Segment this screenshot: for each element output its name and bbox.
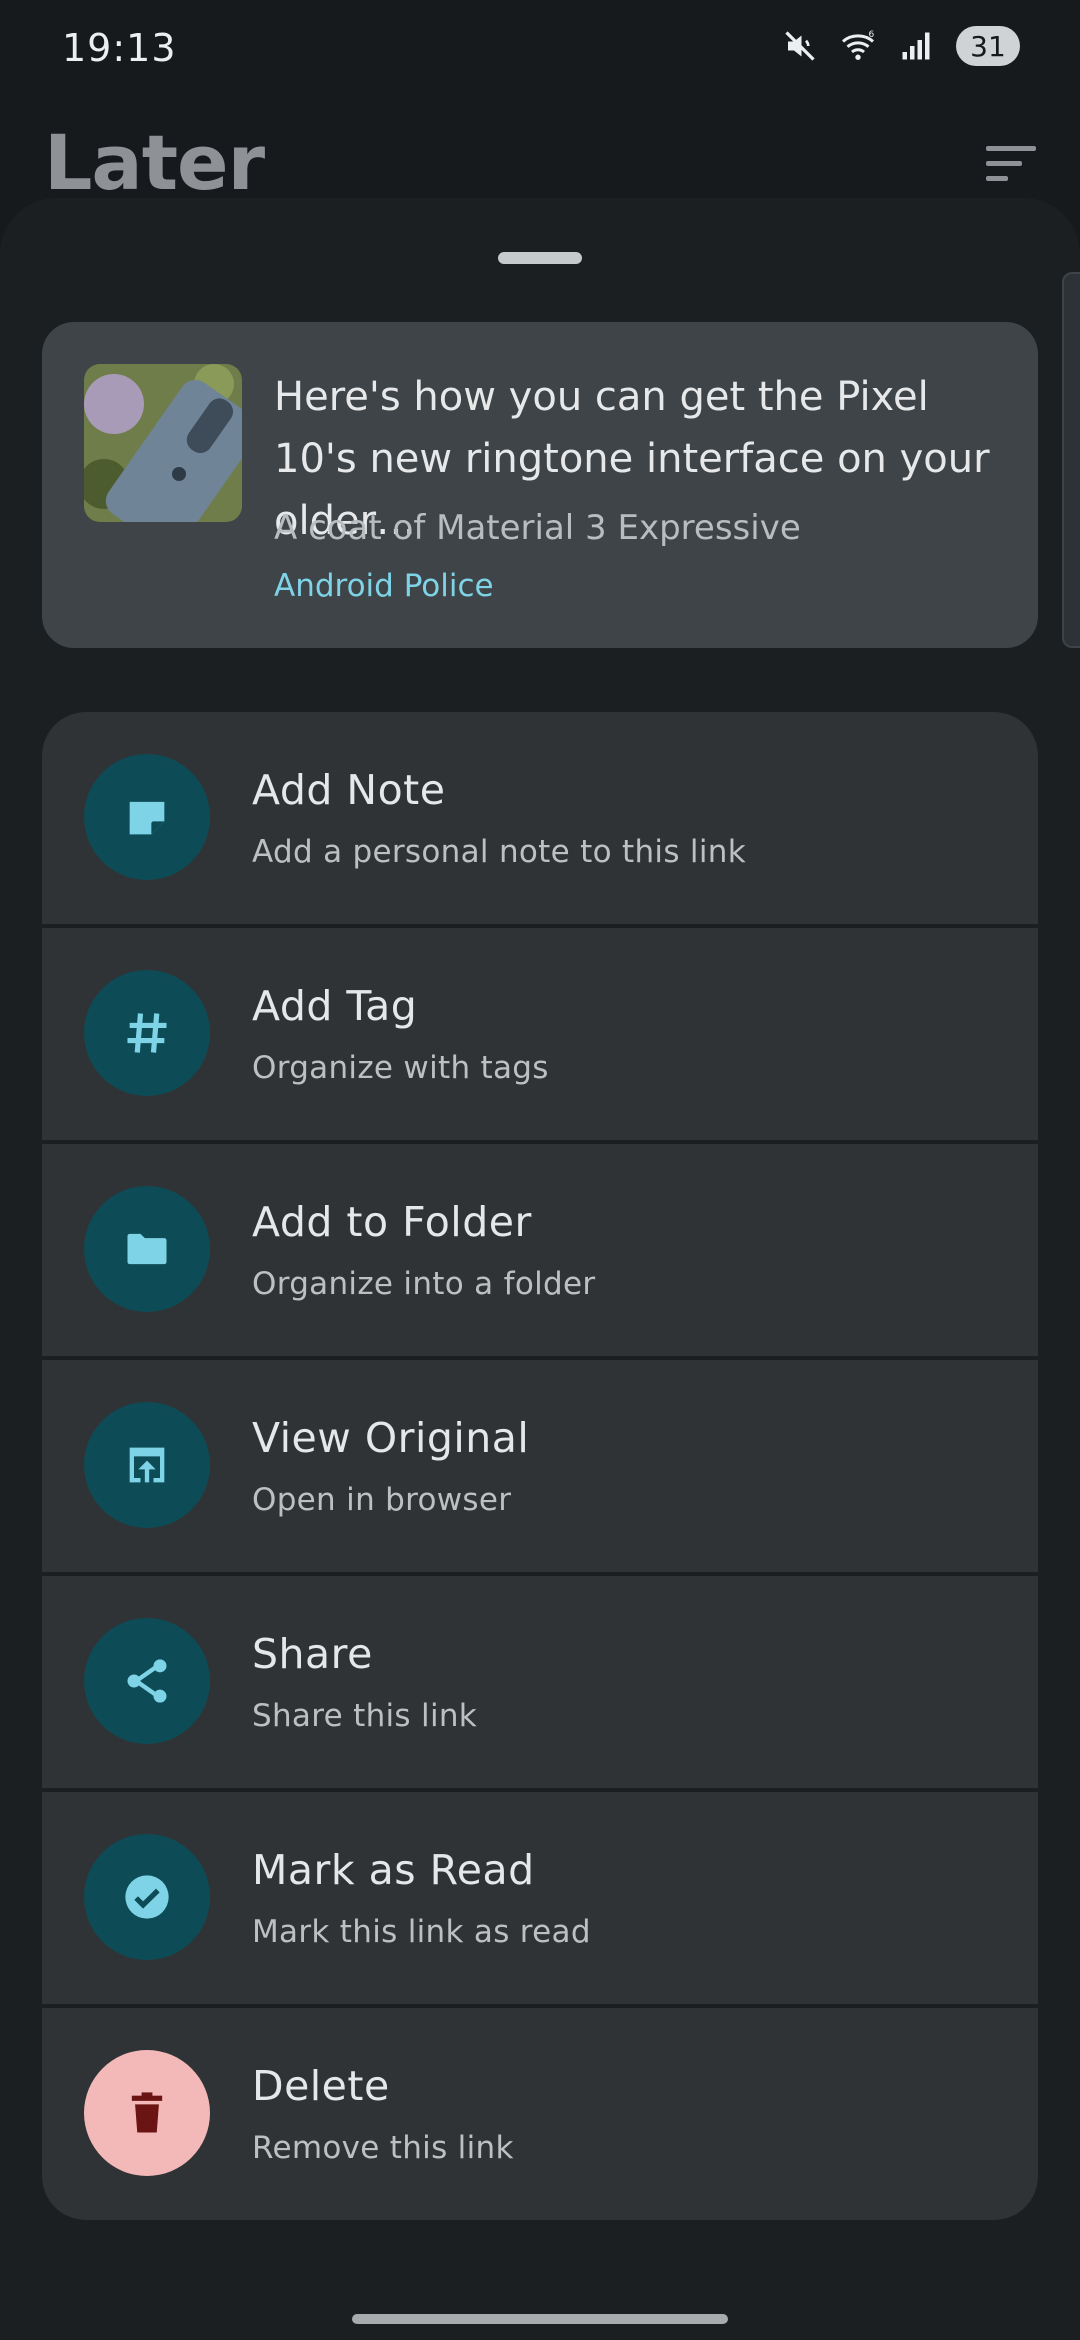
action-description: Share this link xyxy=(252,1698,478,1734)
action-title: Delete xyxy=(252,2062,390,2110)
mark-as-read-action[interactable]: Mark as Read Mark this link as read xyxy=(42,1792,1038,2004)
note-icon xyxy=(129,801,165,835)
link-thumbnail xyxy=(84,364,242,522)
action-title: Share xyxy=(252,1630,373,1678)
signal-icon xyxy=(902,32,930,60)
action-title: Add to Folder xyxy=(252,1198,532,1246)
sort-icon[interactable] xyxy=(984,140,1040,188)
action-title: View Original xyxy=(252,1414,530,1462)
link-preview-card: Here's how you can get the Pixel 10's ne… xyxy=(42,322,1038,648)
status-bar: 19:13 6 31 xyxy=(0,0,1080,100)
add-note-action[interactable]: Add Note Add a personal note to this lin… xyxy=(42,712,1038,924)
link-subtitle: A coat of Material 3 Expressive xyxy=(274,508,801,548)
action-title: Add Tag xyxy=(252,982,418,1030)
scrollbar-edge[interactable] xyxy=(1062,272,1080,648)
status-time: 19:13 xyxy=(62,26,177,70)
page-title: Later xyxy=(44,118,265,207)
share-icon xyxy=(127,1659,167,1703)
trash-icon xyxy=(131,2092,163,2133)
action-icon-circle xyxy=(84,754,210,880)
link-source: Android Police xyxy=(274,568,494,604)
action-title: Mark as Read xyxy=(252,1846,535,1894)
app-bar: Later xyxy=(0,100,1080,210)
share-action[interactable]: Share Share this link xyxy=(42,1576,1038,1788)
view-original-action[interactable]: View Original Open in browser xyxy=(42,1360,1038,1572)
action-icon-circle xyxy=(84,1186,210,1312)
action-description: Mark this link as read xyxy=(252,1914,591,1950)
action-icon-circle xyxy=(84,1618,210,1744)
action-list: Add Note Add a personal note to this lin… xyxy=(42,712,1038,2220)
sheet-drag-handle[interactable] xyxy=(498,252,582,264)
link-options-sheet: Here's how you can get the Pixel 10's ne… xyxy=(0,198,1080,2340)
status-icons: 6 31 xyxy=(782,26,1020,66)
delete-action[interactable]: Delete Remove this link xyxy=(42,2008,1038,2220)
action-description: Organize into a folder xyxy=(252,1266,596,1302)
check-circle-icon xyxy=(125,1875,169,1919)
action-icon-circle xyxy=(84,970,210,1096)
battery-indicator: 31 xyxy=(956,26,1020,66)
action-icon-circle xyxy=(84,2050,210,2176)
hashtag-icon xyxy=(127,1013,167,1053)
open-in-browser-icon xyxy=(129,1447,165,1483)
action-title: Add Note xyxy=(252,766,446,814)
action-description: Remove this link xyxy=(252,2130,514,2166)
mute-icon xyxy=(785,31,815,61)
add-to-folder-action[interactable]: Add to Folder Organize into a folder xyxy=(42,1144,1038,1356)
action-icon-circle xyxy=(84,1402,210,1528)
folder-icon xyxy=(127,1233,167,1265)
action-description: Add a personal note to this link xyxy=(252,834,746,870)
action-description: Open in browser xyxy=(252,1482,512,1518)
wifi-icon: 6 xyxy=(841,30,875,60)
svg-text:6: 6 xyxy=(869,30,875,40)
add-tag-action[interactable]: Add Tag Organize with tags xyxy=(42,928,1038,1140)
action-icon-circle xyxy=(84,1834,210,1960)
action-description: Organize with tags xyxy=(252,1050,549,1086)
gesture-nav-handle[interactable] xyxy=(352,2314,728,2324)
